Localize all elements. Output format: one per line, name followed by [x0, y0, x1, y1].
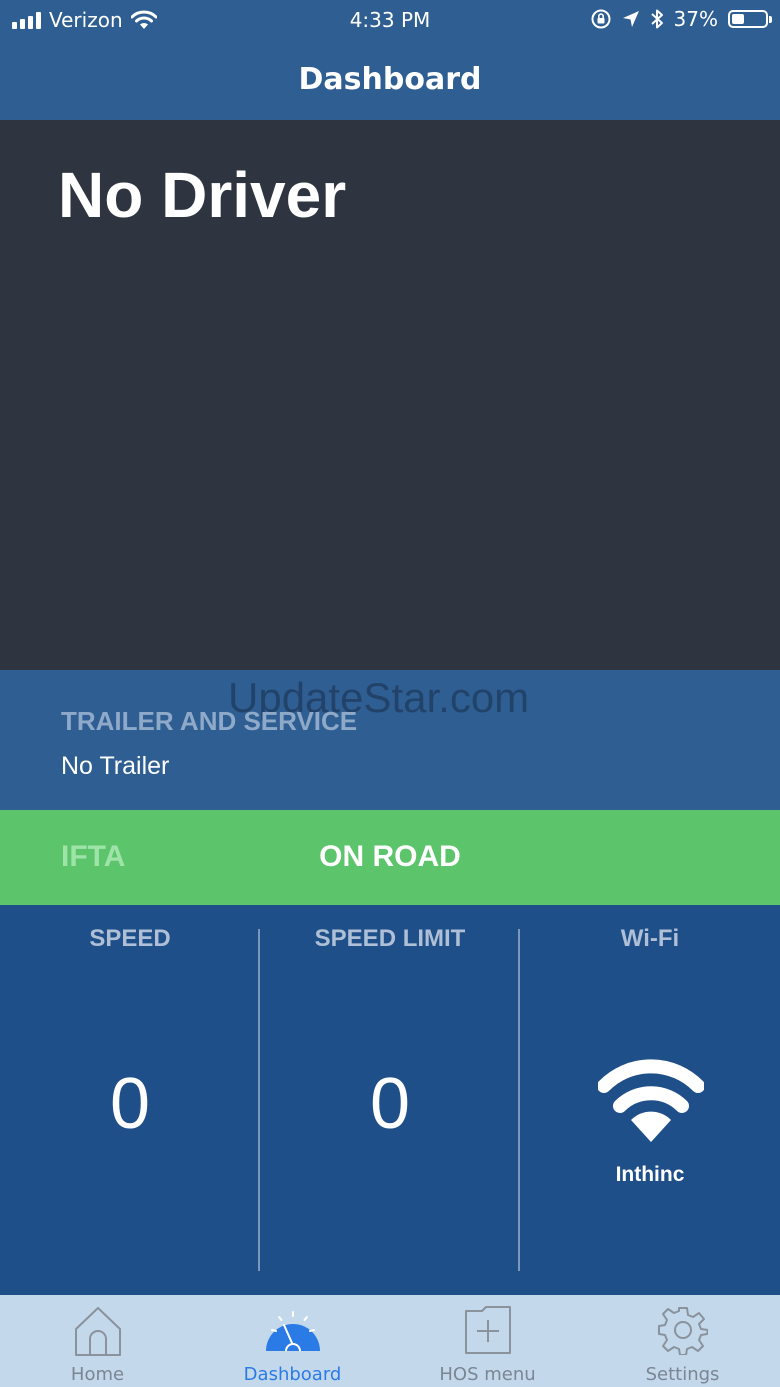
trailer-panel[interactable]: UpdateStar.com TRAILER AND SERVICE No Tr…: [0, 670, 780, 810]
navigation-header: Dashboard: [0, 40, 780, 120]
status-bar: Verizon 4:33 PM 37%: [0, 0, 780, 40]
status-right: 37%: [590, 7, 772, 31]
trailer-label: TRAILER AND SERVICE: [61, 706, 358, 736]
tab-home-label: Home: [70, 1364, 125, 1385]
duty-status: ON ROAD: [319, 840, 461, 873]
wifi-metric[interactable]: Wi-Fi Inthinc: [520, 905, 780, 1295]
tab-hos-menu[interactable]: HOS menu: [390, 1295, 585, 1387]
rotation-lock-icon: [591, 9, 611, 29]
speed-value: 0: [109, 1064, 151, 1144]
wifi-label: Wi-Fi: [620, 925, 680, 952]
tab-settings-label: Settings: [645, 1364, 720, 1385]
add-folder-icon: [464, 1306, 511, 1354]
tab-settings[interactable]: Settings: [585, 1295, 780, 1387]
page-title: Dashboard: [298, 62, 482, 97]
metrics-panel: SPEED 0 SPEED LIMIT 0 Wi-Fi Inthinc: [0, 905, 780, 1295]
ifta-bar[interactable]: IFTA ON ROAD: [0, 810, 780, 905]
tab-dashboard[interactable]: Dashboard: [195, 1295, 390, 1387]
tab-dashboard-label: Dashboard: [243, 1364, 342, 1385]
driver-panel[interactable]: No Driver: [0, 120, 780, 670]
speed-limit-value: 0: [369, 1064, 411, 1144]
home-icon: [74, 1307, 121, 1356]
tab-home[interactable]: Home: [0, 1295, 195, 1387]
battery-icon: [728, 10, 772, 28]
bluetooth-icon: [650, 9, 663, 29]
tab-bar: Home Dashboard HOS menu Settings: [0, 1295, 780, 1387]
speedometer-icon: [265, 1311, 320, 1352]
speed-metric: SPEED 0: [0, 905, 260, 1295]
battery-percent: 37%: [673, 7, 718, 31]
speed-limit-metric: SPEED LIMIT 0: [260, 905, 520, 1295]
wifi-icon: [598, 1059, 704, 1142]
speed-label: SPEED: [89, 925, 171, 952]
driver-name: No Driver: [58, 159, 347, 231]
location-icon: [622, 11, 639, 27]
wifi-network-name: Inthinc: [615, 1163, 685, 1186]
gear-icon: [657, 1307, 708, 1355]
trailer-value: No Trailer: [61, 752, 170, 780]
speed-limit-label: SPEED LIMIT: [314, 925, 466, 952]
tab-hos-menu-label: HOS menu: [439, 1364, 536, 1385]
